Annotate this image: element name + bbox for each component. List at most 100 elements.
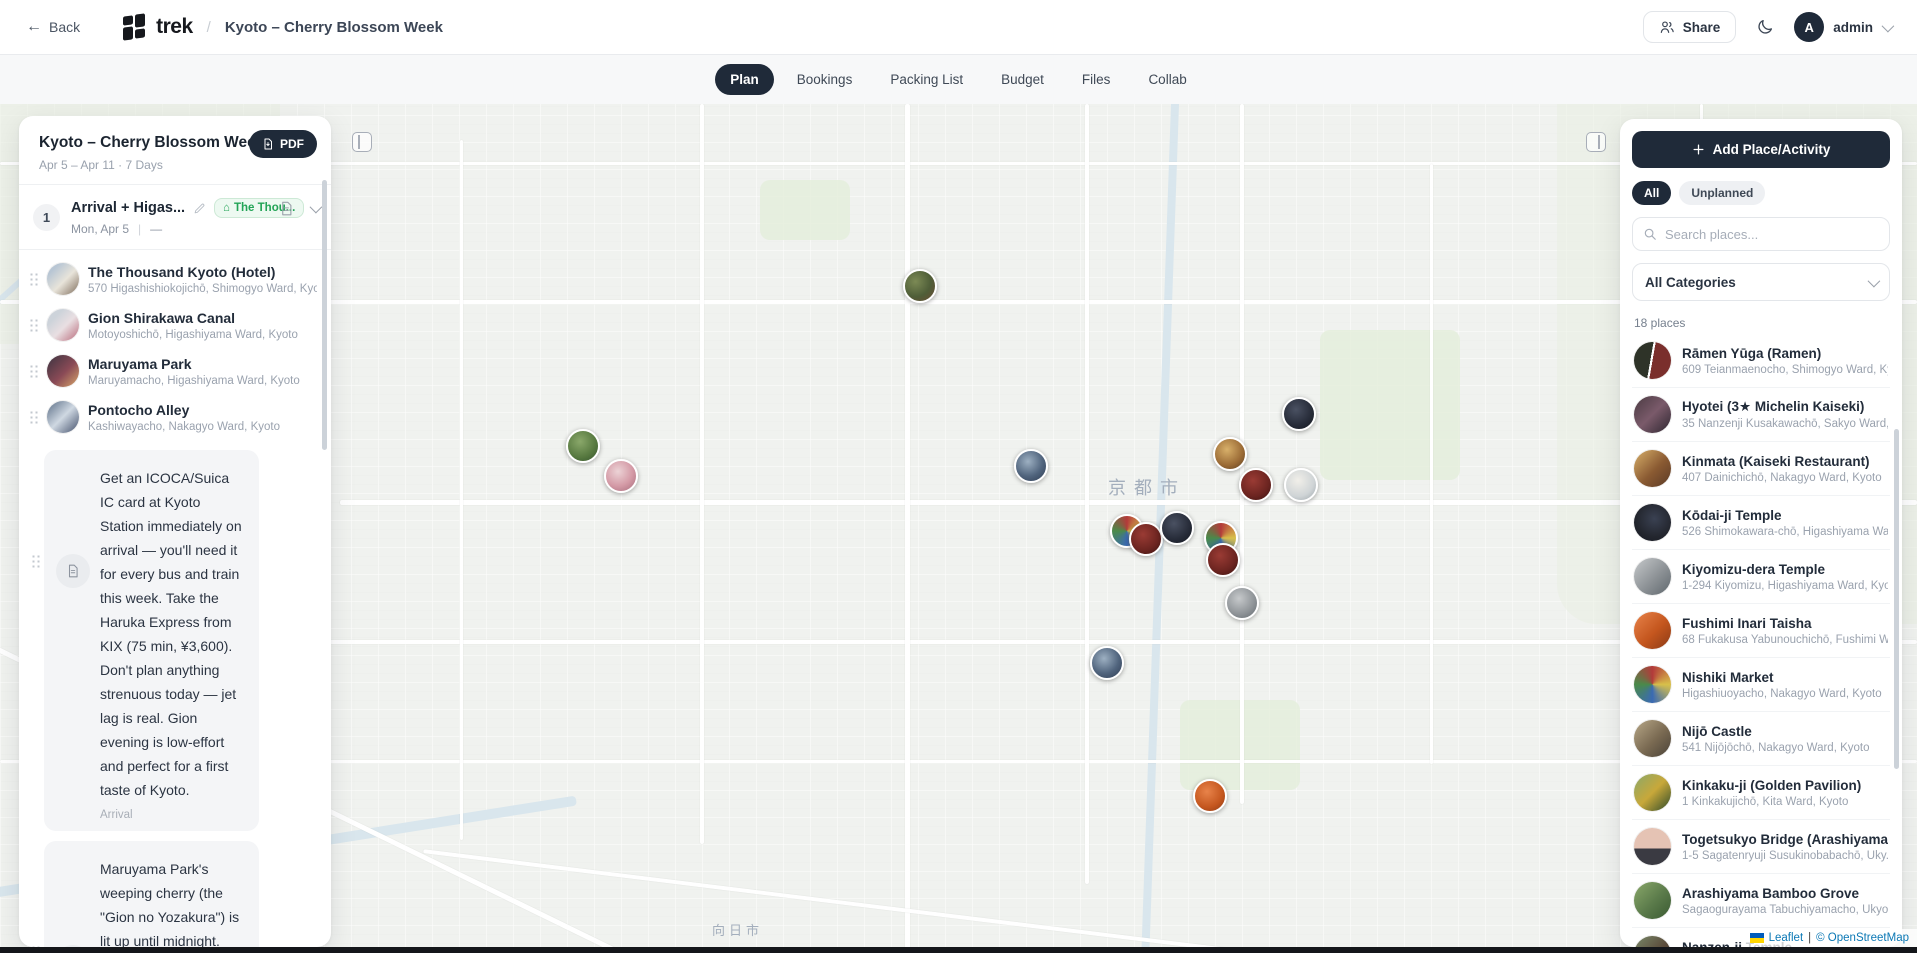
drag-handle-icon[interactable]: [29, 318, 38, 332]
app-logo[interactable]: trek: [122, 14, 193, 40]
place-row-arashiyama-bamboo[interactable]: Arashiyama Bamboo Grove Sagaogurayama Ta…: [1632, 873, 1890, 927]
itinerary-panel: Kyoto – Cherry Blossom Week Apr 5 – Apr …: [19, 116, 331, 947]
map-photo-marker[interactable]: [903, 269, 937, 303]
itinerary-scrollbar[interactable]: [322, 180, 327, 450]
user-menu[interactable]: A admin: [1794, 12, 1891, 42]
map-road: [1085, 104, 1089, 884]
place-photo: [1634, 396, 1671, 433]
day-1-header[interactable]: 1 Arrival + Higas... ⌂ The Thou... Mon, …: [19, 185, 331, 249]
place-photo: [1634, 828, 1671, 865]
app-header: ← Back trek / Kyoto – Cherry Blossom Wee…: [0, 0, 1917, 55]
place-row-fushimi-inari[interactable]: Fushimi Inari Taisha 68 Fukakusa Yabunou…: [1632, 603, 1890, 657]
map-photo-marker[interactable]: [1284, 468, 1318, 502]
collapse-left-panel-button[interactable]: [352, 132, 372, 152]
map-town-label: 向日市: [712, 920, 763, 939]
map-road: [905, 104, 910, 953]
tab-collab[interactable]: Collab: [1133, 64, 1201, 95]
tab-bookings[interactable]: Bookings: [782, 64, 868, 95]
note-card-evening[interactable]: Maruyama Park's weeping cherry (the "Gio…: [31, 841, 259, 947]
back-label: Back: [49, 19, 80, 35]
openstreetmap-link[interactable]: © OpenStreetMap: [1816, 932, 1909, 944]
hotel-icon: ⌂: [223, 202, 230, 214]
map-photo-marker[interactable]: [1225, 586, 1259, 620]
map-photo-marker[interactable]: [1282, 397, 1316, 431]
place-row-kinmata[interactable]: Kinmata (Kaiseki Restaurant) 407 Dainich…: [1632, 441, 1890, 495]
plus-icon: [1692, 143, 1705, 156]
map-photo-marker[interactable]: [1160, 511, 1194, 545]
chevron-down-icon: [1882, 19, 1895, 32]
add-place-button[interactable]: Add Place/Activity: [1632, 131, 1890, 168]
dark-mode-toggle[interactable]: [1756, 18, 1774, 36]
place-photo: [47, 401, 79, 433]
filter-unplanned[interactable]: Unplanned: [1679, 181, 1765, 205]
map-photo-marker[interactable]: [1239, 468, 1273, 502]
places-scrollbar[interactable]: [1894, 429, 1899, 769]
stop-row-thousand-kyoto[interactable]: The Thousand Kyoto (Hotel) 570 Higashish…: [19, 256, 331, 302]
drag-handle-icon[interactable]: [29, 364, 38, 378]
place-photo: [1634, 342, 1671, 379]
back-button[interactable]: ← Back: [26, 18, 80, 36]
map-park-patch: [760, 180, 850, 240]
tab-packing-list[interactable]: Packing List: [875, 64, 978, 95]
tab-plan[interactable]: Plan: [715, 64, 774, 95]
place-row-ramen-yuga[interactable]: Rāmen Yūga (Ramen) 609 Teianmaenocho, Sh…: [1632, 334, 1890, 387]
map-photo-marker[interactable]: [1129, 522, 1163, 556]
breadcrumb: Kyoto – Cherry Blossom Week: [225, 19, 443, 36]
place-row-kinkakuji[interactable]: Kinkaku-ji (Golden Pavilion) 1 Kinkakuji…: [1632, 765, 1890, 819]
place-photo: [1634, 612, 1671, 649]
place-photo: [1634, 504, 1671, 541]
note-card-arrival[interactable]: Get an ICOCA/Suica IC card at Kyoto Stat…: [31, 450, 259, 831]
map-photo-marker[interactable]: [1193, 779, 1227, 813]
place-photo: [1634, 882, 1671, 919]
trip-tabs: Plan Bookings Packing List Budget Files …: [0, 55, 1917, 104]
search-input[interactable]: [1665, 227, 1879, 242]
place-row-nijo-castle[interactable]: Nijō Castle 541 Nijōjōchō, Nakagyo Ward,…: [1632, 711, 1890, 765]
drag-handle-icon[interactable]: [29, 272, 38, 286]
place-row-kodaiji[interactable]: Kōdai-ji Temple 526 Shimokawara-chō, Hig…: [1632, 495, 1890, 549]
breadcrumb-separator: /: [207, 19, 211, 36]
places-panel: Add Place/Activity All Unplanned All Cat…: [1620, 119, 1902, 947]
place-photo: [1634, 774, 1671, 811]
day-number-badge: 1: [33, 204, 60, 231]
place-photo: [47, 263, 79, 295]
trek-logo-icon: [122, 14, 148, 40]
map-photo-marker[interactable]: [1090, 646, 1124, 680]
category-dropdown[interactable]: All Categories: [1632, 263, 1890, 301]
place-row-kiyomizu[interactable]: Kiyomizu-dera Temple 1-294 Kiyomizu, Hig…: [1632, 549, 1890, 603]
stop-row-maruyama-park[interactable]: Maruyama Park Maruyamacho, Higashiyama W…: [19, 348, 331, 394]
drag-handle-icon[interactable]: [31, 554, 40, 568]
day-title: Arrival + Higas...: [71, 200, 185, 216]
search-icon: [1643, 227, 1657, 241]
trip-dates: Apr 5 – Apr 11 · 7 Days: [39, 158, 315, 172]
map-photo-marker[interactable]: [1213, 437, 1247, 471]
stop-row-pontocho-alley[interactable]: Pontocho Alley Kashiwayacho, Nakagyo War…: [19, 394, 331, 440]
place-row-hyotei[interactable]: Hyotei (3★ Michelin Kaiseki) 35 Nanzenji…: [1632, 387, 1890, 441]
stop-row-gion-shirakawa[interactable]: Gion Shirakawa Canal Motoyoshichō, Higas…: [19, 302, 331, 348]
ukraine-flag-icon: [1750, 933, 1764, 943]
map-photo-marker[interactable]: [1014, 449, 1048, 483]
place-row-togetsukyo[interactable]: Togetsukyo Bridge (Arashiyama) 1-5 Sagat…: [1632, 819, 1890, 873]
leaflet-link[interactable]: Leaflet: [1769, 932, 1804, 944]
places-list: Rāmen Yūga (Ramen) 609 Teianmaenocho, Sh…: [1632, 334, 1890, 947]
collapse-right-panel-button[interactable]: [1586, 132, 1606, 152]
divider: |: [138, 222, 141, 236]
edit-pencil-icon[interactable]: [193, 202, 206, 215]
share-label: Share: [1683, 20, 1721, 35]
export-pdf-button[interactable]: PDF: [249, 130, 317, 158]
drag-handle-icon[interactable]: [29, 410, 38, 424]
tab-files[interactable]: Files: [1067, 64, 1126, 95]
filter-all[interactable]: All: [1632, 181, 1671, 205]
share-button[interactable]: Share: [1643, 11, 1737, 43]
place-row-nishiki-market[interactable]: Nishiki Market Higashiuoyacho, Nakagyo W…: [1632, 657, 1890, 711]
note-text: Maruyama Park's weeping cherry (the "Gio…: [100, 857, 245, 947]
day-notes-icon[interactable]: [279, 201, 294, 216]
map-photo-marker[interactable]: [566, 429, 600, 463]
tab-budget[interactable]: Budget: [986, 64, 1059, 95]
map-photo-marker[interactable]: [604, 459, 638, 493]
logo-text: trek: [156, 15, 193, 39]
day-time-placeholder: —: [150, 222, 162, 236]
map-photo-marker[interactable]: [1206, 543, 1240, 577]
place-photo: [1634, 666, 1671, 703]
chevron-down-icon[interactable]: [310, 201, 323, 214]
search-places-box: [1632, 217, 1890, 251]
